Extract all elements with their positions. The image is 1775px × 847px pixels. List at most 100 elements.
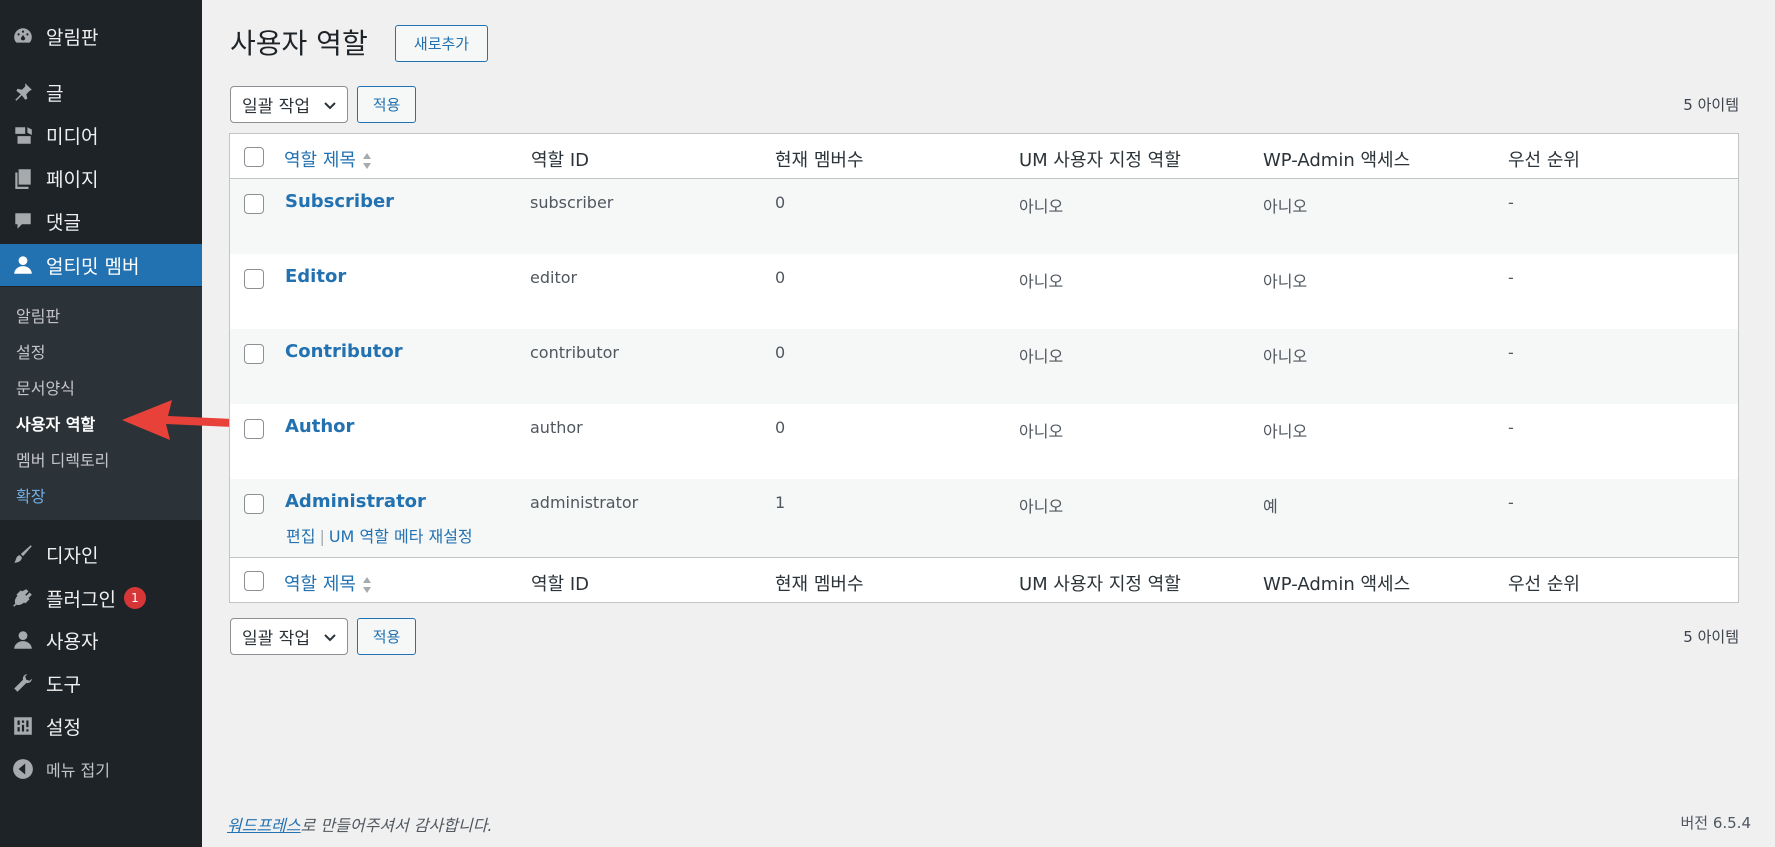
row-actions: 편집 | UM 역할 메타 재설정 [286,523,473,547]
sidebar-item-label: 미디어 [46,125,99,148]
sidebar-item-label: 알림판 [46,26,99,49]
sidebar-item-pages[interactable]: 페이지 [0,157,202,199]
role-title-link[interactable]: Subscriber [285,191,394,212]
role-title-link[interactable]: Contributor [285,341,403,362]
dashboard-icon [12,25,34,47]
wp-admin-access: 아니오 [1263,272,1308,291]
add-new-button[interactable]: 새로추가 [395,25,488,62]
bulk-action-select-label: 일괄 작업 [242,629,310,649]
submenu-dashboard[interactable]: 알림판 [16,303,60,327]
wp-admin-access: 아니오 [1263,347,1308,366]
collapse-menu-label: 메뉴 접기 [46,761,110,780]
submenu-settings[interactable]: 설정 [16,339,45,363]
row-checkbox[interactable] [244,494,264,514]
member-count: 0 [775,418,786,437]
media-icon [12,124,34,146]
row-checkbox[interactable] [244,419,264,439]
column-header-role-title[interactable]: 역할 제목 [284,146,372,172]
collapse-menu-button[interactable]: 메뉴 접기 [0,748,202,790]
sidebar-item-label: 글 [46,82,64,105]
pages-icon [12,167,34,189]
column-footer-role-title[interactable]: 역할 제목 [284,570,372,596]
wp-admin-access: 아니오 [1263,422,1308,441]
role-id: administrator [530,493,639,512]
sidebar-item-plugins[interactable]: 플러그인 1 [0,577,202,619]
bulk-action-select-label: 일괄 작업 [242,97,310,117]
submenu-extensions[interactable]: 확장 [16,483,45,507]
wp-admin-access: 아니오 [1263,197,1308,216]
roles-table: 역할 제목 역할 ID 현재 멤버수 UM 사용자 지정 역할 WP-Admin… [229,133,1739,603]
submenu-forms[interactable]: 문서양식 [16,375,75,399]
sort-icon [362,153,371,169]
chevron-down-icon [324,634,336,642]
footer-thanks-text: 로 만들어주셔서 감사합니다. [300,816,493,835]
member-count: 0 [775,343,786,362]
bulk-action-select-bottom[interactable]: 일괄 작업 [230,618,348,655]
sidebar-item-users[interactable]: 사용자 [0,619,202,661]
sidebar-item-posts[interactable]: 글 [0,71,202,113]
wp-admin-access: 예 [1263,497,1278,516]
sort-icon [362,577,371,593]
column-header-priority: 우선 순위 [1508,150,1580,171]
row-checkbox[interactable] [244,344,264,364]
plugin-update-badge: 1 [123,587,146,609]
table-row: Subscriber subscriber 0 아니오 아니오 - [230,179,1738,254]
edit-link[interactable]: 편집 [286,527,315,546]
role-title-link[interactable]: Author [285,416,354,437]
sidebar-item-label: 얼티밋 멤버 [46,255,140,278]
table-row: Contributor contributor 0 아니오 아니오 - [230,329,1738,404]
priority: - [1508,193,1514,212]
sidebar-item-media[interactable]: 미디어 [0,114,202,156]
select-all-checkbox-footer[interactable] [244,571,264,591]
submenu-user-roles[interactable]: 사용자 역할 [16,411,95,435]
row-checkbox[interactable] [244,194,264,214]
apply-button-bottom[interactable]: 적용 [357,618,416,655]
sidebar-item-comments[interactable]: 댓글 [0,200,202,242]
reset-um-role-meta-link[interactable]: UM 역할 메타 재설정 [329,527,473,546]
custom-role: 아니오 [1019,422,1064,441]
column-header-members: 현재 멤버수 [775,150,864,171]
item-count-bottom: 5 아이템 [1683,628,1739,646]
role-title-link[interactable]: Editor [285,266,346,287]
row-action-separator: | [319,527,325,546]
role-id: subscriber [530,193,614,212]
sidebar-item-tools[interactable]: 도구 [0,662,202,704]
sidebar-item-ultimate-member[interactable]: 얼티밋 멤버 [0,244,202,286]
column-header-custom-role: UM 사용자 지정 역할 [1019,150,1181,171]
column-header-wp-admin: WP-Admin 액세스 [1263,150,1411,171]
custom-role: 아니오 [1019,272,1064,291]
custom-role: 아니오 [1019,497,1064,516]
footer-version: 버전 6.5.4 [1680,814,1751,832]
sidebar-item-label: 사용자 [46,630,99,653]
priority: - [1508,493,1514,512]
page-title: 사용자 역할 [230,27,368,60]
priority: - [1508,418,1514,437]
submenu-member-directories[interactable]: 멤버 디렉토리 [16,447,109,471]
brush-icon [12,543,34,565]
sidebar-item-appearance[interactable]: 디자인 [0,533,202,575]
table-row: Administrator administrator 1 아니오 예 - 편집… [230,479,1738,557]
sidebar-item-label: 디자인 [46,544,99,567]
chevron-down-icon [324,102,336,110]
sidebar-item-label: 설정 [46,716,81,739]
sidebar-item-dashboard[interactable]: 알림판 [0,15,202,57]
column-footer-members: 현재 멤버수 [775,574,864,595]
apply-button[interactable]: 적용 [357,86,416,123]
wordpress-link[interactable]: 워드프레스 [227,816,301,835]
member-count: 0 [775,268,786,287]
table-row: Author author 0 아니오 아니오 - [230,404,1738,479]
users-icon [12,629,34,651]
role-id: editor [530,268,578,287]
column-footer-custom-role: UM 사용자 지정 역할 [1019,574,1181,595]
settings-icon [12,715,34,737]
select-all-checkbox[interactable] [244,147,264,167]
row-checkbox[interactable] [244,269,264,289]
column-footer-priority: 우선 순위 [1508,574,1580,595]
sidebar-item-settings[interactable]: 설정 [0,705,202,747]
table-row: Editor editor 0 아니오 아니오 - [230,254,1738,329]
bulk-action-select[interactable]: 일괄 작업 [230,86,348,123]
role-title-link[interactable]: Administrator [285,491,426,512]
custom-role: 아니오 [1019,197,1064,216]
table-footer: 역할 제목 역할 ID 현재 멤버수 UM 사용자 지정 역할 WP-Admin… [230,557,1738,602]
priority: - [1508,343,1514,362]
